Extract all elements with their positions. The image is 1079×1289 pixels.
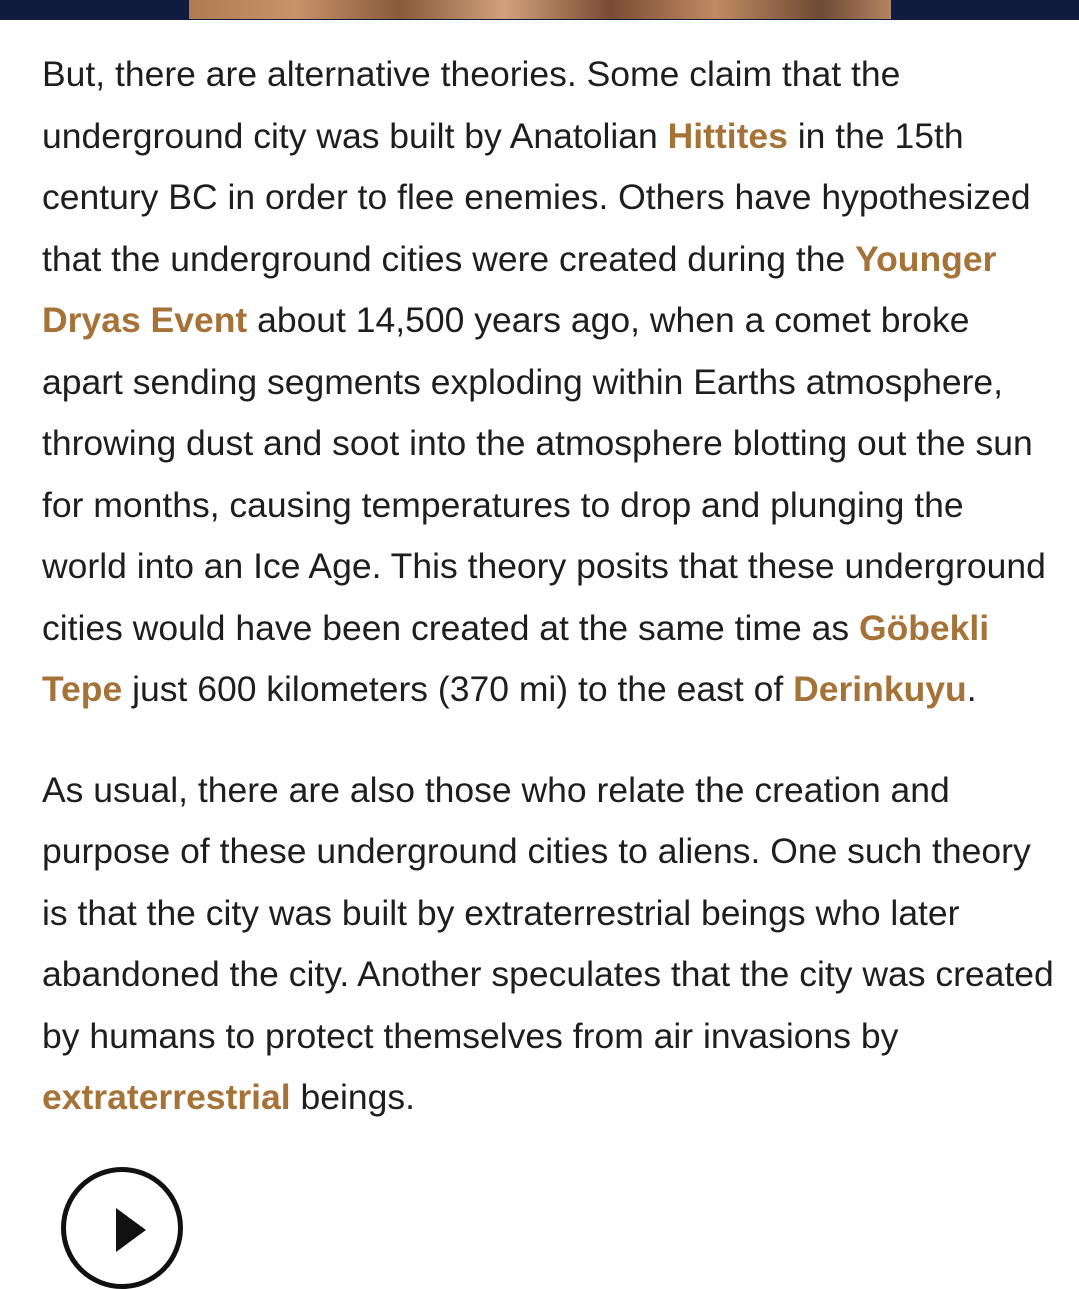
link-derinkuyu[interactable]: Derinkuyu: [793, 669, 967, 709]
paragraph-alternative-theories: But, there are alternative theories. Som…: [42, 44, 1057, 721]
header-band: [0, 0, 1079, 20]
paragraph-text: about 14,500 years ago, when a comet bro…: [42, 300, 1046, 648]
paragraph-text: .: [966, 669, 977, 709]
article-body: But, there are alternative theories. Som…: [42, 44, 1057, 1129]
play-button[interactable]: [61, 1167, 183, 1289]
paragraph-text: beings.: [290, 1077, 415, 1117]
hero-image: [189, 0, 891, 19]
play-icon: [116, 1208, 146, 1252]
link-extraterrestrial[interactable]: extraterrestrial: [42, 1077, 291, 1117]
paragraph-text: just 600 kilometers (370 mi) to the east…: [122, 669, 794, 709]
link-hittites[interactable]: Hittites: [668, 116, 788, 156]
paragraph-alien-theories: As usual, there are also those who relat…: [42, 760, 1057, 1129]
paragraph-text: As usual, there are also those who relat…: [42, 769, 1054, 1056]
